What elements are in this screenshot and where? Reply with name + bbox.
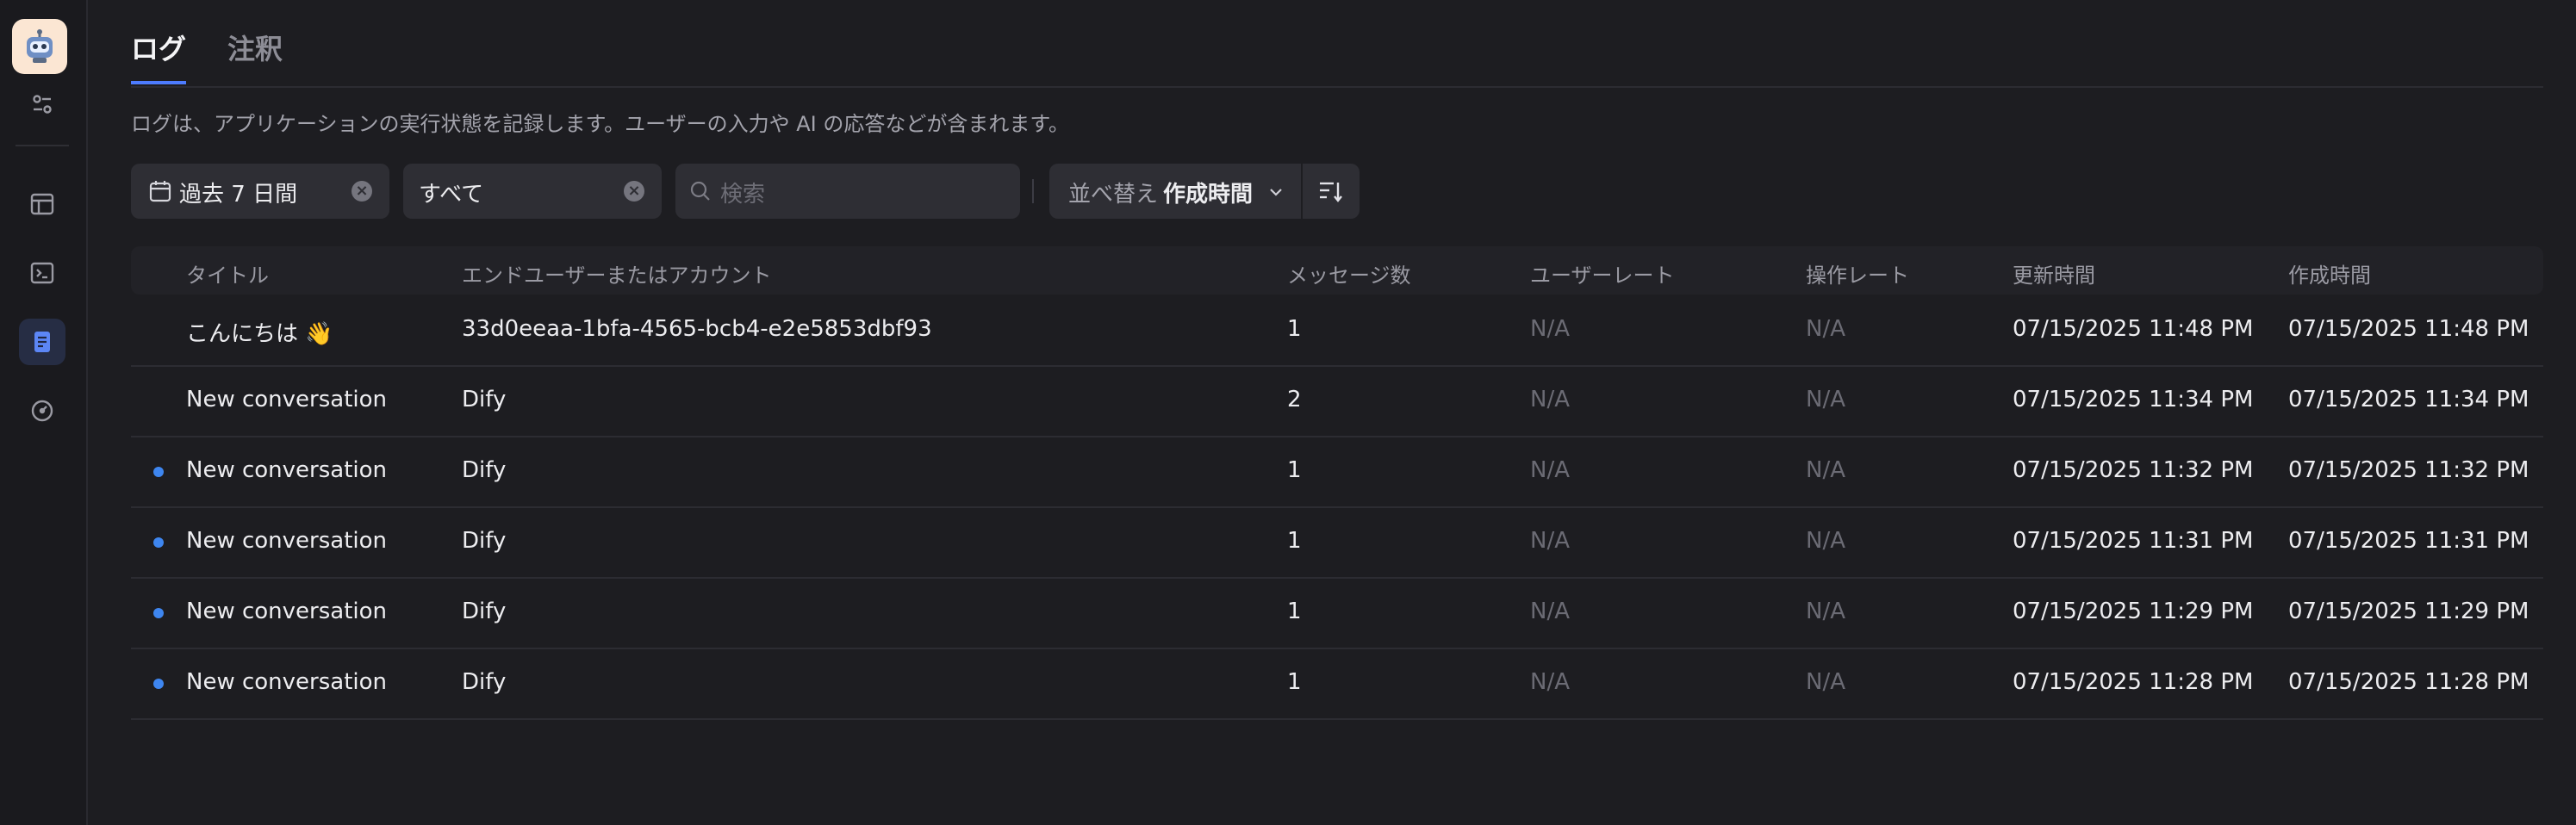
row-user: 33d0eeaa-1bfa-4565-bcb4-e2e5853dbf93 [462, 316, 932, 342]
search-placeholder: 検索 [720, 182, 766, 208]
column-user[interactable]: エンドユーザーまたはアカウント [462, 258, 772, 288]
sidebar [0, 0, 88, 825]
row-updated: 07/15/2025 11:31 PM [2013, 528, 2254, 554]
row-title: New conversation [186, 669, 388, 695]
row-user-rate: N/A [1530, 599, 1570, 624]
column-op-rate[interactable]: 操作レート [1806, 258, 1909, 288]
row-user: Dify [462, 669, 507, 695]
tab-annotations[interactable]: 注釈 [227, 28, 283, 84]
row-created: 07/15/2025 11:34 PM [2288, 387, 2529, 412]
status-filter[interactable]: すべて × [403, 164, 662, 219]
row-op-rate: N/A [1806, 599, 1845, 624]
row-user: Dify [462, 457, 507, 483]
row-title: New conversation [186, 457, 388, 483]
unread-dot [153, 608, 164, 618]
row-op-rate: N/A [1806, 457, 1845, 483]
row-created: 07/15/2025 11:31 PM [2288, 528, 2529, 554]
sidebar-item-monitoring[interactable] [19, 388, 65, 434]
tab-bar: ログ 注釈 [131, 0, 2543, 88]
row-messages: 1 [1287, 528, 1302, 554]
logs-document-icon [34, 332, 50, 352]
row-messages: 1 [1287, 599, 1302, 624]
row-title: New conversation [186, 387, 388, 412]
chevron-down-icon [1270, 189, 1282, 196]
row-created: 07/15/2025 11:29 PM [2288, 599, 2529, 624]
row-title: こんにちは 👋 [186, 321, 333, 347]
gauge-icon [31, 400, 53, 422]
layout-icon [30, 193, 54, 215]
sidebar-item-api[interactable] [19, 250, 65, 296]
table-row[interactable]: New conversation Dify 1 N/A N/A 07/15/20… [131, 577, 2543, 649]
row-op-rate: N/A [1806, 669, 1845, 695]
row-updated: 07/15/2025 11:32 PM [2013, 457, 2254, 483]
row-user-rate: N/A [1530, 316, 1570, 342]
terminal-icon [30, 262, 54, 284]
column-created[interactable]: 作成時間 [2288, 258, 2371, 288]
table-row[interactable]: New conversation Dify 2 N/A N/A 07/15/20… [131, 365, 2543, 437]
row-updated: 07/15/2025 11:28 PM [2013, 669, 2254, 695]
row-updated: 07/15/2025 11:34 PM [2013, 387, 2254, 412]
row-messages: 1 [1287, 316, 1302, 342]
row-title: New conversation [186, 528, 388, 554]
period-filter-label: 過去 7 日間 [179, 182, 298, 208]
sidebar-item-logs[interactable] [19, 319, 65, 365]
sort-order-icon [1320, 182, 1342, 202]
row-messages: 2 [1287, 387, 1302, 412]
table-row[interactable]: New conversation Dify 1 N/A N/A 07/15/20… [131, 436, 2543, 508]
row-user-rate: N/A [1530, 387, 1570, 412]
search-icon [690, 181, 710, 201]
clear-period-icon[interactable]: × [352, 181, 372, 202]
sidebar-divider [16, 145, 69, 146]
row-updated: 07/15/2025 11:48 PM [2013, 316, 2254, 342]
row-created: 07/15/2025 11:32 PM [2288, 457, 2529, 483]
tab-logs[interactable]: ログ [131, 28, 187, 84]
main-content: ログ 注釈 ログは、アプリケーションの実行状態を記録します。ユーザーの入力や A… [90, 0, 2576, 825]
row-user-rate: N/A [1530, 528, 1570, 554]
status-filter-label: すべて [419, 182, 484, 208]
row-title: New conversation [186, 599, 388, 624]
row-op-rate: N/A [1806, 528, 1845, 554]
sort-dropdown[interactable]: 並べ替え 作成時間 [1049, 164, 1301, 219]
column-updated[interactable]: 更新時間 [2013, 258, 2095, 288]
row-user-rate: N/A [1530, 669, 1570, 695]
filter-separator [1032, 179, 1034, 203]
table-row[interactable]: New conversation Dify 1 N/A N/A 07/15/20… [131, 506, 2543, 579]
search-input[interactable]: 検索 [675, 164, 1020, 219]
row-messages: 1 [1287, 669, 1302, 695]
row-created: 07/15/2025 11:28 PM [2288, 669, 2529, 695]
table-row[interactable]: こんにちは 👋 33d0eeaa-1bfa-4565-bcb4-e2e5853d… [131, 295, 2543, 367]
table-row[interactable]: New conversation Dify 1 N/A N/A 07/15/20… [131, 648, 2543, 720]
row-user-rate: N/A [1530, 457, 1570, 483]
robot-avatar-icon [27, 29, 53, 63]
clear-status-icon[interactable]: × [624, 181, 644, 202]
page-description: ログは、アプリケーションの実行状態を記録します。ユーザーの入力や AI の応答な… [131, 112, 1069, 136]
settings-button[interactable] [19, 81, 65, 127]
row-user: Dify [462, 387, 507, 412]
settings-sliders-icon [33, 95, 52, 114]
column-user-rate[interactable]: ユーザーレート [1530, 258, 1675, 288]
calendar-icon [149, 181, 171, 202]
column-title[interactable]: タイトル [186, 258, 269, 288]
sidebar-item-orchestrate[interactable] [19, 181, 65, 227]
sort-value: 作成時間 [1163, 182, 1254, 208]
unread-dot [153, 537, 164, 548]
sort-prefix: 並べ替え [1068, 182, 1159, 208]
table-header: タイトル エンドユーザーまたはアカウント メッセージ数 ユーザーレート 操作レー… [131, 246, 2543, 295]
period-filter[interactable]: 過去 7 日間 × [131, 164, 389, 219]
row-messages: 1 [1287, 457, 1302, 483]
row-op-rate: N/A [1806, 387, 1845, 412]
unread-dot [153, 679, 164, 689]
app-avatar[interactable] [12, 19, 67, 74]
row-user: Dify [462, 528, 507, 554]
row-created: 07/15/2025 11:48 PM [2288, 316, 2529, 342]
column-messages[interactable]: メッセージ数 [1287, 258, 1411, 288]
unread-dot [153, 467, 164, 477]
row-updated: 07/15/2025 11:29 PM [2013, 599, 2254, 624]
sort-order-button[interactable] [1303, 164, 1360, 219]
row-user: Dify [462, 599, 507, 624]
row-op-rate: N/A [1806, 316, 1845, 342]
